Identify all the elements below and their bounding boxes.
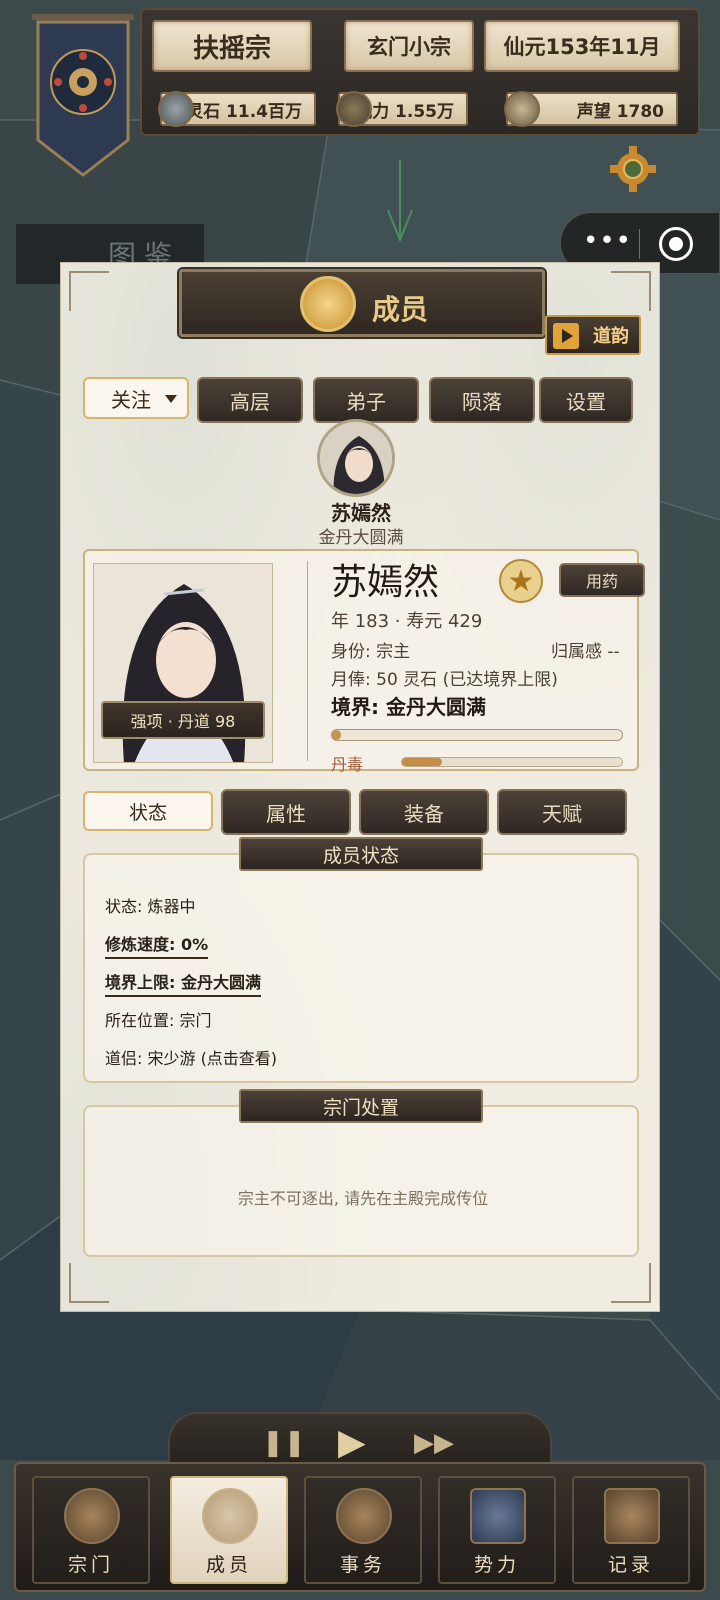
- member-realm-small: 金丹大圆满: [318, 528, 404, 548]
- tab-status[interactable]: 状态: [83, 791, 213, 831]
- tab-fallen[interactable]: 陨落: [429, 377, 535, 423]
- age-lifespan: 年 183 · 寿元 429: [331, 611, 483, 632]
- spirit-stones-display[interactable]: 灵石 11.4百万: [158, 91, 316, 127]
- tab-disciples[interactable]: 弟子: [313, 377, 419, 423]
- status-partner-link[interactable]: 道侣: 宋少游 (点击查看): [105, 1045, 277, 1069]
- sect-name[interactable]: 扶摇宗: [152, 20, 312, 72]
- caret-down-icon: [165, 395, 177, 403]
- member-name-small: 苏嫣然: [331, 501, 391, 525]
- tab-settings[interactable]: 设置: [539, 377, 633, 423]
- sect-rank[interactable]: 玄门小宗: [344, 20, 474, 72]
- cultivation-progress-bar: [331, 729, 623, 741]
- member-panel: 成员 道韵 关注 高层 弟子 陨落 设置 苏嫣然 金丹大圆满 强项 · 丹道 9…: [60, 262, 660, 1312]
- nav-affairs[interactable]: 事务: [304, 1476, 422, 1584]
- target-circle-icon[interactable]: [659, 227, 693, 261]
- sword-icon: [336, 91, 372, 127]
- detail-tabs: 状态 属性 装备 天赋: [83, 789, 639, 835]
- capsule-divider: [639, 229, 640, 259]
- flag-icon: [470, 1488, 526, 1544]
- corner-ornament: [611, 271, 651, 311]
- nav-forces[interactable]: 势力: [438, 1476, 556, 1584]
- pavilion-icon: [64, 1488, 120, 1544]
- corner-ornament: [611, 1263, 651, 1303]
- status-activity: 状态: 炼器中: [105, 897, 196, 916]
- book-icon: [604, 1488, 660, 1544]
- daoyun-label: 道韵: [593, 326, 629, 347]
- profile-divider: [307, 561, 308, 761]
- status-realm-limit[interactable]: 境界上限: 金丹大圆满: [105, 969, 261, 997]
- dan-poison-bar: [401, 757, 623, 767]
- bottom-navigation: 宗门 成员 事务 势力 记录: [14, 1462, 706, 1592]
- filter-dropdown[interactable]: 关注: [83, 377, 189, 419]
- nav-forces-label: 势力: [473, 1554, 520, 1576]
- tab-attributes[interactable]: 属性: [221, 789, 351, 835]
- play-icon: [553, 323, 579, 349]
- filter-selected: 关注: [111, 387, 151, 412]
- strength-tag: 强项 · 丹道 98: [101, 701, 265, 739]
- member-status-section: 成员状态 状态: 炼器中 修炼速度: 0% 境界上限: 金丹大圆满 所在位置: …: [83, 837, 639, 1083]
- nav-affairs-label: 事务: [339, 1554, 386, 1576]
- nav-members[interactable]: 成员: [170, 1476, 288, 1584]
- tab-talent[interactable]: 天赋: [497, 789, 627, 835]
- status-cultivation-speed[interactable]: 修炼速度: 0%: [105, 931, 209, 959]
- panel-title-plaque: 成员: [179, 269, 545, 337]
- game-date: 仙元153年11月: [484, 20, 680, 72]
- gear-icon[interactable]: [608, 144, 658, 194]
- tab-equipment[interactable]: 装备: [359, 789, 489, 835]
- sect-action-title: 宗门处置: [239, 1089, 483, 1123]
- scroll-icon: [336, 1488, 392, 1544]
- spirit-stones-value: 灵石 11.4百万: [186, 101, 302, 122]
- identity: 身份: 宗主: [331, 642, 411, 662]
- expel-notice: 宗主不可逐出, 请先在主殿完成传位: [237, 1189, 489, 1208]
- status-section-title: 成员状态: [239, 837, 483, 871]
- sect-banner-emblem[interactable]: [28, 10, 138, 180]
- corner-ornament: [69, 1263, 109, 1303]
- panel-title: 成员: [372, 293, 429, 326]
- member-avatar[interactable]: [317, 419, 395, 497]
- monthly-salary: 月俸: 50 灵石 (已达境界上限): [331, 670, 558, 690]
- use-medicine-button[interactable]: 用药: [559, 563, 645, 597]
- star-icon[interactable]: ★: [499, 559, 543, 603]
- cultivation-progress-fill: [332, 730, 341, 740]
- play-speed-icon[interactable]: ▶: [338, 1422, 366, 1463]
- member-figure-icon: [300, 276, 356, 332]
- nav-records-label: 记录: [607, 1554, 654, 1576]
- nav-sect-label: 宗门: [67, 1554, 114, 1576]
- more-dots-icon[interactable]: •••: [583, 226, 632, 256]
- member-name: 苏嫣然: [331, 562, 440, 603]
- nav-records[interactable]: 记录: [572, 1476, 690, 1584]
- nav-sect[interactable]: 宗门: [32, 1476, 150, 1584]
- dan-poison-fill: [402, 758, 442, 766]
- member-profile-card: 强项 · 丹道 98 苏嫣然 ★ 用药 年 183 · 寿元 429 身份: 宗…: [83, 549, 645, 774]
- tab-senior[interactable]: 高层: [197, 377, 303, 423]
- belonging: 归属感 --: [551, 642, 620, 662]
- status-location: 所在位置: 宗门: [105, 1011, 212, 1030]
- fast-forward-icon[interactable]: ▶▶: [414, 1428, 454, 1458]
- spirit-stone-icon: [158, 91, 194, 127]
- reputation-display[interactable]: 声望 1780: [504, 91, 678, 127]
- sect-action-section: 宗门处置 宗主不可逐出, 请先在主殿完成传位: [83, 1089, 639, 1257]
- member-figure-icon: [202, 1488, 258, 1544]
- daoyun-button[interactable]: 道韵: [545, 315, 641, 355]
- realm: 境界: 金丹大圆满: [331, 695, 486, 719]
- dan-poison-label: 丹毒: [331, 755, 364, 774]
- pause-icon[interactable]: ❚❚: [262, 1428, 306, 1458]
- avatar-image: [320, 422, 392, 494]
- corner-ornament: [69, 271, 109, 311]
- reputation-icon: [504, 91, 540, 127]
- nav-members-label: 成员: [205, 1554, 252, 1576]
- combat-power-display[interactable]: 战力 1.55万: [336, 91, 468, 127]
- reputation-value: 声望 1780: [576, 101, 664, 122]
